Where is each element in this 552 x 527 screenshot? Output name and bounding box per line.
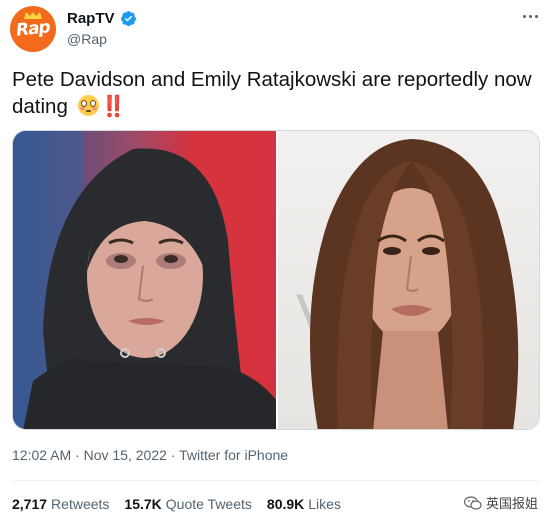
watermark: 英国报姐 bbox=[463, 493, 538, 512]
photo-left[interactable] bbox=[13, 131, 276, 429]
photo-right-image: V E bbox=[296, 139, 519, 429]
photo-left-image bbox=[13, 131, 276, 429]
verified-badge-icon bbox=[120, 11, 136, 27]
photo-right[interactable]: V E bbox=[276, 131, 539, 429]
wechat-icon bbox=[463, 495, 482, 510]
likes-stat[interactable]: 80.9K Likes bbox=[267, 496, 341, 512]
avatar[interactable]: Rap bbox=[10, 6, 56, 52]
timestamp-separator: · bbox=[170, 447, 176, 463]
tweet-timestamp[interactable]: 12:02 AM · Nov 15, 2022 · Twitter for iP… bbox=[12, 447, 288, 463]
avatar-logo: Rap bbox=[15, 17, 51, 41]
divider bbox=[12, 480, 540, 481]
retweets-stat[interactable]: 2,717 Retweets bbox=[12, 496, 109, 512]
account-handle[interactable]: @Rap bbox=[67, 31, 137, 47]
tweet-source[interactable]: Twitter for iPhone bbox=[179, 447, 288, 463]
tweet-date[interactable]: Nov 15, 2022 bbox=[84, 447, 167, 463]
tweet-text: Pete Davidson and Emily Ratajkowski are … bbox=[12, 66, 540, 120]
double-exclamation-icon: ‼️ bbox=[100, 95, 126, 118]
more-options-icon[interactable] bbox=[520, 10, 540, 22]
watermark-text: 英国报姐 bbox=[485, 496, 538, 511]
tweet-header: Rap RapTV @Rap bbox=[10, 6, 542, 56]
display-name[interactable]: RapTV bbox=[67, 10, 115, 27]
tweet-media[interactable]: V E bbox=[12, 130, 540, 430]
tweet-stats: 2,717 Retweets 15.7K Quote Tweets 80.9K Lik… bbox=[12, 496, 341, 512]
quote-tweets-stat[interactable]: 15.7K Quote Tweets bbox=[124, 496, 252, 512]
timestamp-separator: · bbox=[75, 447, 80, 463]
account-names: RapTV @Rap bbox=[67, 10, 137, 47]
flushed-face-icon bbox=[77, 95, 99, 116]
tweet-time[interactable]: 12:02 AM bbox=[12, 447, 71, 463]
